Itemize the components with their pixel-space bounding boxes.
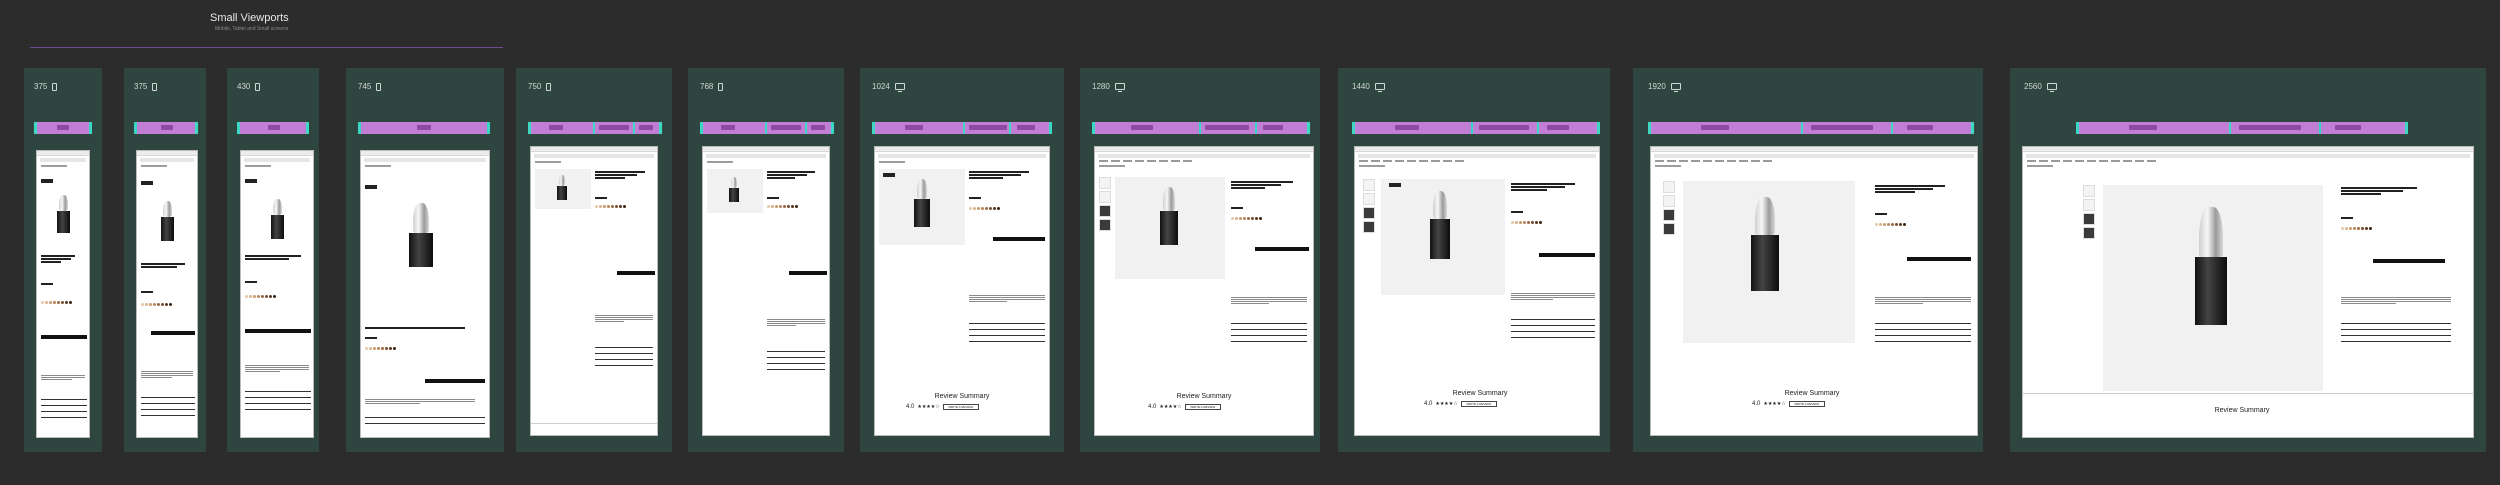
page-frame xyxy=(2022,146,2474,438)
viewport-label: 750 xyxy=(528,82,552,91)
review-summary-row: 4.0 ★★★★☆ WRITE A REVIEW xyxy=(906,404,979,410)
viewport-label: 768 xyxy=(700,82,724,91)
breakpoint-bar xyxy=(358,122,490,134)
breakpoint-bar xyxy=(528,122,662,134)
review-summary-row: 4.0 ★★★★☆ WRITE A REVIEW xyxy=(1424,401,1497,407)
page-frame xyxy=(136,150,198,438)
breakpoint-bar xyxy=(134,122,198,134)
monitor-icon xyxy=(2046,83,2057,92)
page-frame xyxy=(240,150,314,438)
review-summary-title: Review Summary xyxy=(1176,393,1232,400)
page-frame xyxy=(530,146,658,436)
review-summary-row: 4.0 ★★★★☆ WRITE A REVIEW xyxy=(1752,401,1825,407)
canvas: Small Viewports Mobile, Tablet and Small… xyxy=(0,0,2500,485)
review-summary-title: Review Summary xyxy=(934,393,990,400)
breakpoint-bar xyxy=(700,122,834,134)
rating-value: 4.0 xyxy=(1148,404,1157,410)
breakpoint-bar xyxy=(1648,122,1974,134)
page-frame xyxy=(702,146,830,436)
viewport-label: 430 xyxy=(237,82,261,91)
rating-value: 4.0 xyxy=(906,404,915,410)
viewport-label: 375 xyxy=(134,82,158,91)
section-divider xyxy=(30,47,503,48)
monitor-icon xyxy=(1114,83,1125,92)
viewport-label: 1024 xyxy=(872,82,905,92)
breakpoint-bar xyxy=(2076,122,2408,134)
page-frame xyxy=(360,150,490,438)
rating-stars: ★★★★☆ xyxy=(1159,404,1182,410)
breakpoint-bar xyxy=(237,122,309,134)
write-review-button[interactable]: WRITE A REVIEW xyxy=(1788,401,1825,407)
page-frame xyxy=(36,150,90,438)
review-summary-row: 4.0 ★★★★☆ WRITE A REVIEW xyxy=(1148,404,1221,410)
phone-icon xyxy=(52,82,58,91)
section-title: Small Viewports xyxy=(210,12,289,24)
rating-stars: ★★★★☆ xyxy=(1435,401,1458,407)
breakpoint-bar xyxy=(1352,122,1600,134)
phone-icon xyxy=(152,82,158,91)
phone-icon xyxy=(255,82,261,91)
viewport-label: 2560 xyxy=(2024,82,2057,92)
viewport-label: 1440 xyxy=(1352,82,1385,92)
viewport-label: 745 xyxy=(358,82,382,91)
breakpoint-bar xyxy=(34,122,92,134)
phone-icon xyxy=(376,82,382,91)
breakpoint-bar xyxy=(1092,122,1310,134)
phone-icon xyxy=(546,82,552,91)
breakpoint-bar xyxy=(872,122,1052,134)
rating-stars: ★★★★☆ xyxy=(917,404,940,410)
write-review-button[interactable]: WRITE A REVIEW xyxy=(1460,401,1497,407)
phone-icon xyxy=(718,82,724,91)
write-review-button[interactable]: WRITE A REVIEW xyxy=(1184,404,1221,410)
rating-value: 4.0 xyxy=(1424,401,1433,407)
write-review-button[interactable]: WRITE A REVIEW xyxy=(942,404,979,410)
review-summary-title: Review Summary xyxy=(1452,390,1508,397)
review-summary-title: Review Summary xyxy=(1784,390,1840,397)
viewport-label: 1920 xyxy=(1648,82,1681,92)
section-subtitle: Mobile, Tablet and Small screens xyxy=(215,26,289,32)
monitor-icon xyxy=(1670,83,1681,92)
monitor-icon xyxy=(894,83,905,92)
viewport-label: 1280 xyxy=(1092,82,1125,92)
viewport-label: 375 xyxy=(34,82,58,91)
rating-value: 4.0 xyxy=(1752,401,1761,407)
review-summary-title: Review Summary xyxy=(2214,407,2270,414)
monitor-icon xyxy=(1374,83,1385,92)
rating-stars: ★★★★☆ xyxy=(1763,401,1786,407)
